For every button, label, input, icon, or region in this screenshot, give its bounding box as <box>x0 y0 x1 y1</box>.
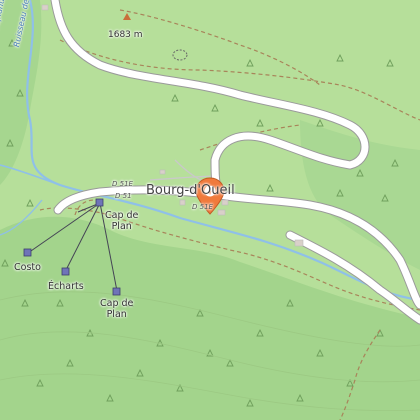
costo-label: Costo <box>14 262 41 273</box>
lift-station-costo <box>23 248 32 257</box>
lift-station-echarts <box>61 267 70 276</box>
cap-de-plan-label-2: Cap de Plan <box>100 298 133 320</box>
echarts-label: Écharts <box>48 281 84 292</box>
cap-de-plan-label-1: Cap de Plan <box>105 210 138 232</box>
elevation-label: 1683 m <box>108 30 143 40</box>
map-view[interactable]: Bourg-d'Oueil 1683 m Ruisseau de Coplant… <box>0 0 420 420</box>
lift-station-cap-de-plan <box>112 287 121 296</box>
road-ref-d51: D 51 <box>115 192 132 200</box>
lift-station-top <box>95 198 104 207</box>
cap-de-plan-label-2-line1: Cap de <box>100 298 134 309</box>
road-ref-d51e: D 51E <box>112 180 133 188</box>
town-label: Bourg-d'Oueil <box>146 183 235 198</box>
cap-de-plan-label-2-line2: Plan <box>106 309 127 320</box>
road-ref-d51e-2: D 51E <box>192 203 213 211</box>
cap-de-plan-label-1-line1: Cap de <box>105 210 139 221</box>
cap-de-plan-label-1-line2: Plan <box>111 221 132 232</box>
building-icon <box>41 4 49 11</box>
